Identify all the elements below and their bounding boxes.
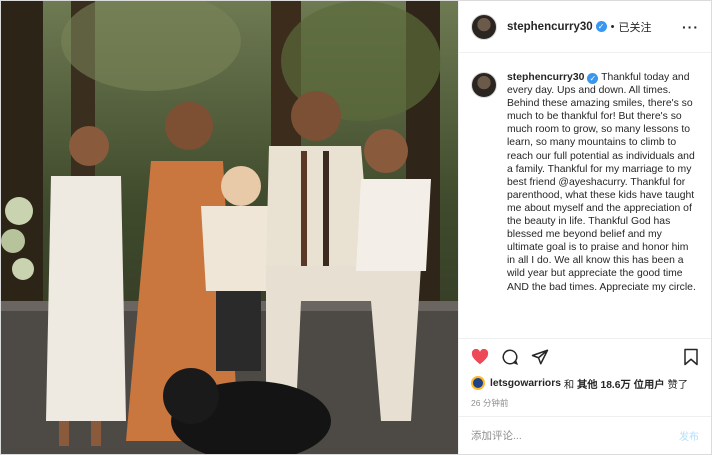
- post-comment-button[interactable]: 发布: [679, 428, 699, 443]
- separator-dot: •: [610, 20, 615, 33]
- follow-status-button[interactable]: 已关注: [619, 19, 652, 35]
- caption-avatar[interactable]: [471, 72, 497, 98]
- comment-bar: 添加评论... 发布: [459, 416, 711, 454]
- post-side-panel: stephencurry30 ✓ • 已关注 ··· stephencurry3…: [458, 1, 711, 454]
- liker-avatar[interactable]: [471, 376, 485, 390]
- post-photo[interactable]: [1, 1, 458, 454]
- likes-connector: 和: [563, 379, 575, 391]
- verified-badge-icon: ✓: [595, 21, 607, 32]
- heart-icon[interactable]: [471, 348, 489, 365]
- likes-suffix: 赞了: [667, 379, 689, 391]
- verified-badge-icon: ✓: [587, 73, 599, 84]
- liker-username[interactable]: letsgowarriors: [490, 378, 561, 389]
- instagram-post-window: stephencurry30 ✓ • 已关注 ··· stephencurry3…: [0, 0, 712, 455]
- caption-username[interactable]: stephencurry30: [507, 72, 584, 83]
- avatar[interactable]: [471, 13, 497, 40]
- likes-count-link[interactable]: 其他 18.6万 位用户: [577, 376, 665, 391]
- save-icon[interactable]: [683, 348, 699, 366]
- likes-summary: letsgowarriors 和 其他 18.6万 位用户 赞了: [459, 374, 711, 392]
- post-timestamp[interactable]: 26 分钟前: [459, 392, 711, 416]
- caption-text: stephencurry30 ✓ Thankful today and every…: [507, 71, 697, 338]
- share-icon[interactable]: [531, 348, 549, 366]
- more-options-icon[interactable]: ···: [682, 19, 699, 35]
- caption-body: Thankful today and every day. Ups and do…: [507, 72, 696, 293]
- username-link[interactable]: stephencurry30: [507, 21, 593, 33]
- post-header: stephencurry30 ✓ • 已关注 ···: [459, 1, 711, 53]
- caption-block: stephencurry30 ✓ Thankful today and every…: [459, 53, 711, 338]
- action-bar: [459, 338, 711, 374]
- comment-icon[interactable]: [501, 348, 519, 366]
- comment-input[interactable]: 添加评论...: [471, 428, 522, 443]
